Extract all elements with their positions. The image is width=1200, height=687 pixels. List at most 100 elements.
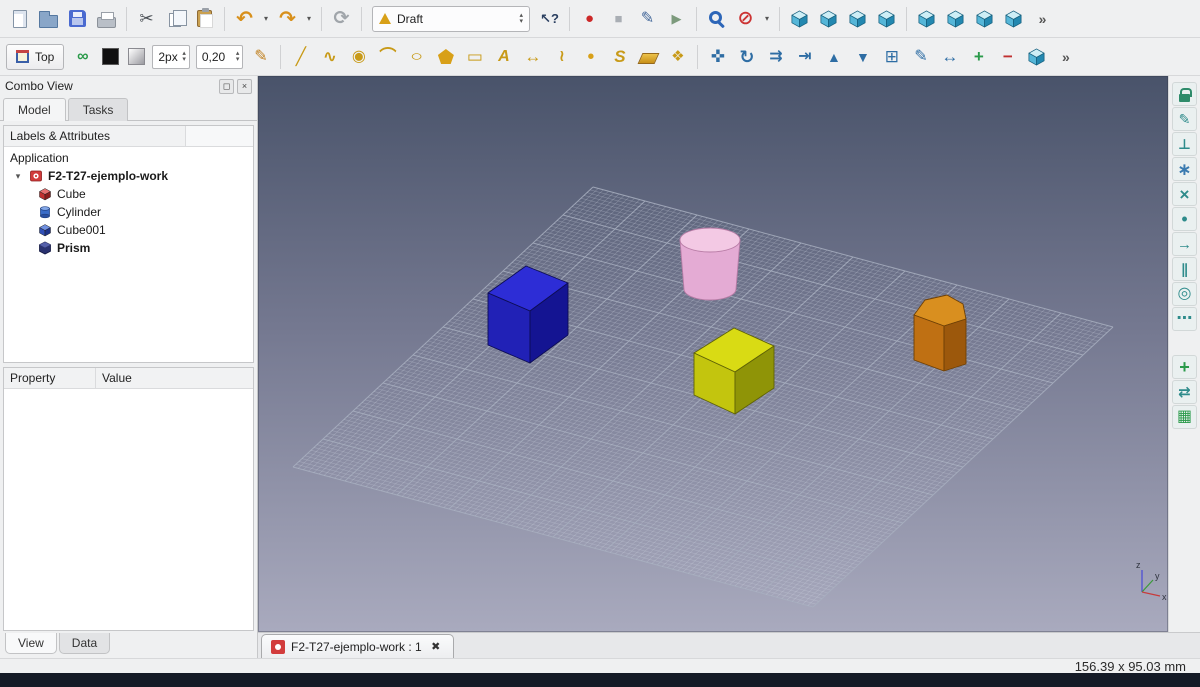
draft-polyline[interactable]: ∿ <box>316 43 343 70</box>
draft-scale[interactable]: ⊞ <box>878 43 905 70</box>
macro-stop[interactable]: ■ <box>605 5 632 32</box>
tree-item-cube[interactable]: Cube <box>4 185 253 203</box>
float-panel-button[interactable]: ◻ <box>219 79 234 94</box>
draft-remove-point[interactable]: − <box>994 43 1021 70</box>
document-tab[interactable]: F2-T27-ejemplo-work : 1 ✖ <box>261 634 454 658</box>
tree-column-header[interactable]: Labels & Attributes <box>4 126 186 146</box>
tree-item-cube001[interactable]: Cube001 <box>4 221 253 239</box>
spinner-arrows-icon[interactable]: ▴▾ <box>182 51 186 63</box>
macro-record[interactable]: ● <box>576 5 603 32</box>
3d-viewport[interactable]: zyx <box>258 76 1168 632</box>
cut[interactable]: ✂ <box>133 5 160 32</box>
draft-circle[interactable]: ◉ <box>345 43 372 70</box>
draft-add-point[interactable]: + <box>965 43 992 70</box>
snap-angle[interactable]: ∗ <box>1172 157 1197 181</box>
draft-facebinder[interactable] <box>635 43 662 70</box>
new-document[interactable] <box>6 5 33 32</box>
snap-center[interactable]: ◎ <box>1172 282 1197 306</box>
tree-item-f2-t27-ejemplo-work[interactable]: ▾F2-T27-ejemplo-work <box>4 167 253 185</box>
face-color-swatch[interactable] <box>124 45 148 69</box>
line-color-swatch[interactable] <box>98 45 122 69</box>
snap-perpendicular[interactable]: ⊥ <box>1172 132 1197 156</box>
draft-offset[interactable]: ⇉ <box>762 43 789 70</box>
text-scale-spinner[interactable]: 0,20 ▴▾ <box>196 45 244 69</box>
undo[interactable]: ↶ <box>231 5 258 32</box>
draft-move[interactable]: ✜ <box>704 43 731 70</box>
draft-point[interactable]: • <box>577 43 604 70</box>
draft-polygon[interactable] <box>432 43 459 70</box>
draft-rotate[interactable]: ↻ <box>733 43 760 70</box>
draw-style-dropdown[interactable]: ▾ <box>761 6 773 32</box>
snap-endpoint[interactable]: ✎ <box>1172 107 1197 131</box>
draft-line[interactable]: ╱ <box>287 43 314 70</box>
copy[interactable] <box>162 5 189 32</box>
spinner-arrows-icon[interactable]: ▴▾ <box>236 51 240 63</box>
tab-data[interactable]: Data <box>59 633 110 654</box>
tree-item-prism[interactable]: Prism <box>4 239 253 257</box>
snap-parallel[interactable]: ∥ <box>1172 257 1197 281</box>
draft-edit[interactable]: ✎ <box>907 43 934 70</box>
draft-upgrade[interactable]: ▲ <box>820 43 847 70</box>
view-bottom[interactable] <box>942 5 969 32</box>
apply-current-style[interactable]: ✎ <box>247 43 274 70</box>
view-front[interactable] <box>815 5 842 32</box>
fit-all[interactable] <box>703 5 730 32</box>
line-width-spinner[interactable]: 2px ▴▾ <box>152 45 190 69</box>
blue-cube-object[interactable] <box>488 266 568 363</box>
tree-item-application[interactable]: Application <box>4 149 253 167</box>
draft-shape2dview[interactable] <box>1023 43 1050 70</box>
draft-text[interactable]: A <box>490 43 517 70</box>
toggle-grid[interactable]: + <box>1172 355 1197 379</box>
refresh[interactable]: ⟳ <box>328 5 355 32</box>
paste[interactable] <box>191 5 218 32</box>
workbench-selector[interactable]: Draft ▴▾ <box>372 6 530 32</box>
draft-ellipse[interactable]: ○ <box>403 43 430 70</box>
close-panel-button[interactable]: × <box>237 79 252 94</box>
working-plane-view[interactable]: ⇄ <box>1172 380 1197 404</box>
view-right[interactable] <box>873 5 900 32</box>
close-tab-button[interactable]: ✖ <box>428 639 444 655</box>
yellow-cube-object[interactable] <box>694 328 774 414</box>
view-isometric[interactable] <box>786 5 813 32</box>
working-plane-top-button[interactable]: Top <box>6 44 64 70</box>
toolbar-extension[interactable]: » <box>1029 5 1056 32</box>
draft-stretch[interactable]: ↔ <box>936 43 963 70</box>
snap-special[interactable]: ⋯ <box>1172 307 1197 331</box>
snap-extension[interactable]: → <box>1172 232 1197 256</box>
snap-midpoint[interactable]: • <box>1172 207 1197 231</box>
draft-clone[interactable]: ❖ <box>664 43 691 70</box>
view-rear[interactable] <box>913 5 940 32</box>
draft-downgrade[interactable]: ▼ <box>849 43 876 70</box>
redo[interactable]: ↷ <box>274 5 301 32</box>
snap-intersection[interactable]: × <box>1172 182 1197 206</box>
display-mode-toggle[interactable]: ∞ <box>69 43 96 70</box>
view-top[interactable] <box>844 5 871 32</box>
redo-dropdown[interactable]: ▾ <box>303 6 315 32</box>
save-document[interactable] <box>64 5 91 32</box>
draft-shapestring[interactable]: S <box>606 43 633 70</box>
draft-rectangle[interactable]: ▭ <box>461 43 488 70</box>
draft-dimension[interactable]: ↔ <box>519 43 546 70</box>
tree-item-cylinder[interactable]: Cylinder <box>4 203 253 221</box>
undo-dropdown[interactable]: ▾ <box>260 6 272 32</box>
tab-model[interactable]: Model <box>3 98 66 121</box>
snap-lock[interactable] <box>1172 82 1197 106</box>
whats-this[interactable]: ↖? <box>536 5 563 32</box>
value-column-header[interactable]: Value <box>96 368 253 388</box>
toolbar-extension-2[interactable]: » <box>1052 43 1079 70</box>
print-document[interactable] <box>93 5 120 32</box>
draft-bspline[interactable]: ≀ <box>548 43 575 70</box>
view-left[interactable] <box>971 5 998 32</box>
macro-edit[interactable]: ✎ <box>634 5 661 32</box>
draft-trimex[interactable]: ⇥ <box>791 43 818 70</box>
view-axonometric[interactable] <box>1000 5 1027 32</box>
tab-tasks[interactable]: Tasks <box>68 98 129 121</box>
draw-style[interactable]: ⊘ <box>732 5 759 32</box>
pink-cylinder-object[interactable] <box>680 228 740 300</box>
orange-prism-object[interactable] <box>914 295 966 371</box>
property-column-header[interactable]: Property <box>4 368 96 388</box>
macro-play[interactable]: ▶ <box>663 5 690 32</box>
expander-icon[interactable]: ▾ <box>12 171 24 182</box>
open-document[interactable] <box>35 5 62 32</box>
draft-arc[interactable]: ⌒ <box>374 43 401 70</box>
